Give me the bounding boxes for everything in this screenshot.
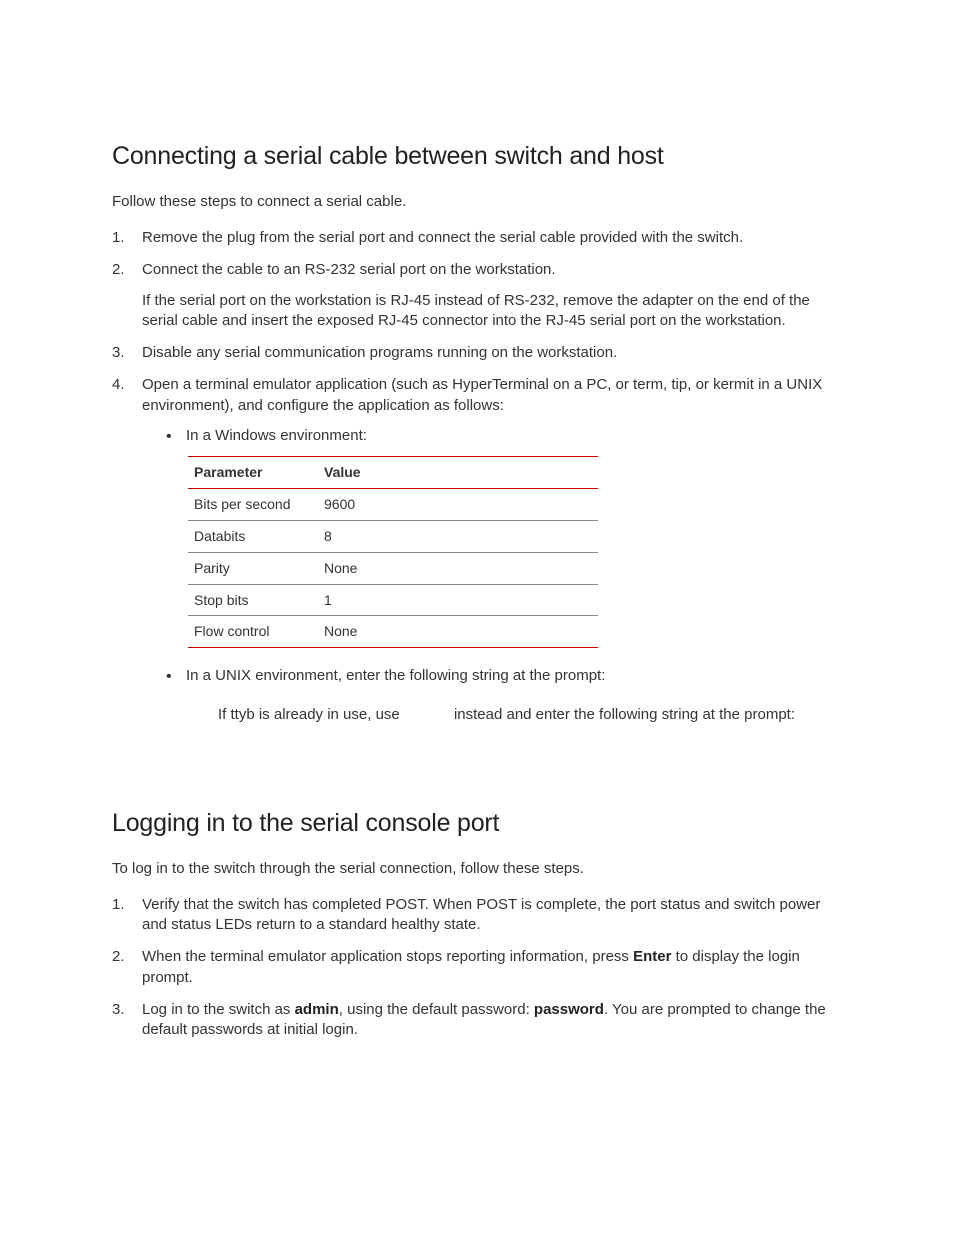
cell-param: Databits bbox=[188, 520, 318, 552]
step-text-b: , using the default password: bbox=[339, 1001, 534, 1018]
unix-note-gap bbox=[404, 706, 450, 723]
bullet-windows: In a Windows environment: Parameter Valu… bbox=[166, 426, 849, 649]
bold-enter: Enter bbox=[633, 948, 671, 965]
table-row: Parity None bbox=[188, 552, 598, 584]
bold-password: password bbox=[534, 1001, 604, 1018]
cell-value: None bbox=[318, 552, 598, 584]
step-text: Verify that the switch has completed POS… bbox=[142, 896, 820, 933]
cell-param: Stop bits bbox=[188, 584, 318, 616]
intro-2: To log in to the switch through the seri… bbox=[112, 859, 849, 879]
cell-value: None bbox=[318, 616, 598, 648]
cell-value: 8 bbox=[318, 520, 598, 552]
bullet-text: In a UNIX environment, enter the followi… bbox=[186, 667, 605, 684]
step-text: Disable any serial communication program… bbox=[142, 344, 617, 361]
step-2: Connect the cable to an RS-232 serial po… bbox=[112, 260, 849, 331]
table-row: Bits per second 9600 bbox=[188, 488, 598, 520]
cell-value: 9600 bbox=[318, 488, 598, 520]
step-1b: Verify that the switch has completed POS… bbox=[112, 895, 849, 936]
table-row: Databits 8 bbox=[188, 520, 598, 552]
cell-param: Flow control bbox=[188, 616, 318, 648]
heading-connecting: Connecting a serial cable between switch… bbox=[112, 140, 849, 174]
heading-logging: Logging in to the serial console port bbox=[112, 807, 849, 841]
params-table: Parameter Value Bits per second 9600 Dat… bbox=[188, 456, 598, 648]
table-row: Stop bits 1 bbox=[188, 584, 598, 616]
step-text-a: When the terminal emulator application s… bbox=[142, 948, 633, 965]
bullet-unix: In a UNIX environment, enter the followi… bbox=[166, 666, 849, 725]
section-spacer bbox=[112, 739, 849, 807]
step-1: Remove the plug from the serial port and… bbox=[112, 228, 849, 248]
steps-list-2: Verify that the switch has completed POS… bbox=[112, 895, 849, 1041]
step-4: Open a terminal emulator application (su… bbox=[112, 375, 849, 725]
table-row: Flow control None bbox=[188, 616, 598, 648]
cell-param: Bits per second bbox=[188, 488, 318, 520]
step-text-a: Log in to the switch as bbox=[142, 1001, 295, 1018]
bold-admin: admin bbox=[295, 1001, 339, 1018]
step-2-note: If the serial port on the workstation is… bbox=[142, 291, 849, 332]
step-text: Open a terminal emulator application (su… bbox=[142, 376, 822, 413]
step-2b: When the terminal emulator application s… bbox=[112, 947, 849, 988]
bullet-text: In a Windows environment: bbox=[186, 427, 367, 444]
steps-list-1: Remove the plug from the serial port and… bbox=[112, 228, 849, 725]
cell-param: Parity bbox=[188, 552, 318, 584]
step-3: Disable any serial communication program… bbox=[112, 343, 849, 363]
unix-note-a: If ttyb is already in use, use bbox=[218, 706, 404, 723]
step-text: Connect the cable to an RS-232 serial po… bbox=[142, 261, 556, 278]
cell-value: 1 bbox=[318, 584, 598, 616]
th-parameter: Parameter bbox=[188, 457, 318, 489]
unix-note-b: instead and enter the following string a… bbox=[454, 706, 795, 723]
unix-note: If ttyb is already in use, use instead a… bbox=[186, 705, 849, 725]
th-value: Value bbox=[318, 457, 598, 489]
step-text: Remove the plug from the serial port and… bbox=[142, 229, 743, 246]
intro-1: Follow these steps to connect a serial c… bbox=[112, 192, 849, 212]
env-bullets: In a Windows environment: Parameter Valu… bbox=[142, 426, 849, 725]
step-3b: Log in to the switch as admin, using the… bbox=[112, 1000, 849, 1041]
